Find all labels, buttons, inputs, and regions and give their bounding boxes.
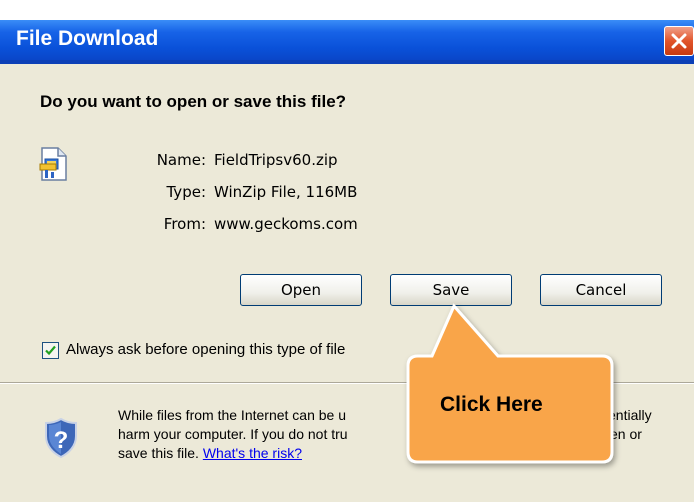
warning-line-2b: en or [610,426,642,442]
section-divider [0,382,694,384]
always-ask-label[interactable]: Always ask before opening this type of f… [66,341,345,358]
warning-line-1a: While files from the Internet can be u [118,407,346,423]
close-button[interactable] [664,26,694,56]
window-title: File Download [16,27,159,50]
warning-line-3: save this file. What's the risk? [118,444,302,463]
zip-file-icon [36,146,70,186]
file-name: FieldTripsv60.zip [214,151,338,169]
warning-line-2a: harm your computer. If you do not tru [118,426,348,442]
open-button[interactable]: Open [240,274,362,306]
save-button[interactable]: Save [390,274,512,306]
name-label: Name: [156,151,206,169]
from-label: From: [163,215,206,233]
file-type: WinZip File, 116MB [214,183,358,201]
svg-text:?: ? [54,427,69,454]
warning-line-3-text: save this file. [118,445,199,461]
file-download-dialog: File Download Do you want to open or sav… [0,0,694,502]
dialog-question: Do you want to open or save this file? [40,92,347,111]
close-icon [671,33,687,49]
whats-the-risk-link[interactable]: What's the risk? [203,445,302,461]
cancel-button[interactable]: Cancel [540,274,662,306]
checkmark-icon [45,345,56,356]
file-source: www.geckoms.com [214,215,358,233]
warning-line-1b: entially [608,407,652,423]
type-label: Type: [166,183,206,201]
always-ask-checkbox[interactable] [42,342,59,359]
callout-text: Click Here [440,393,543,416]
shield-question-icon: ? [44,417,78,462]
